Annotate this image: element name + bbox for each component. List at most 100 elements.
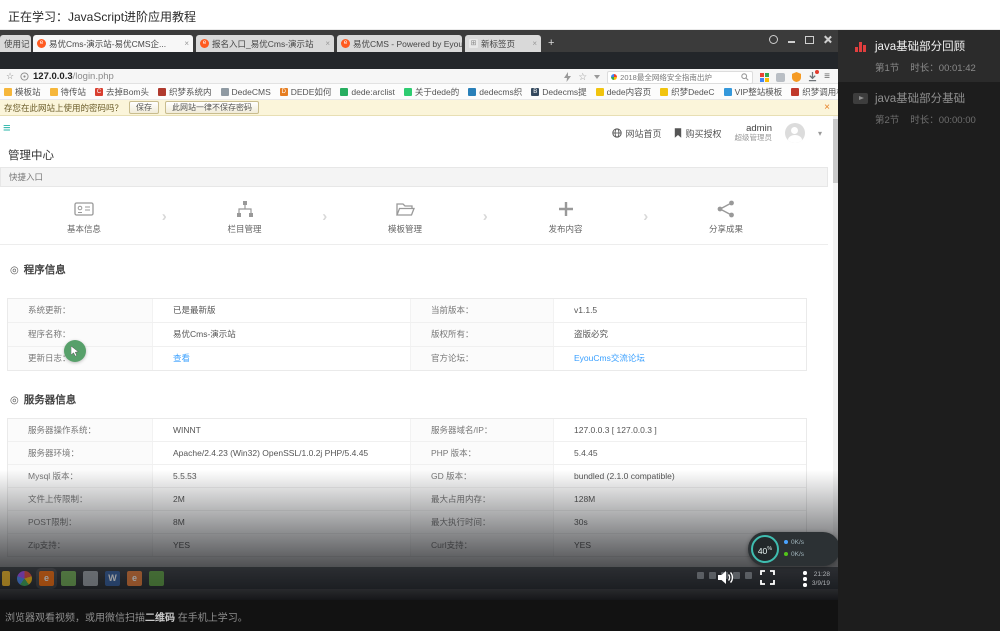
globe-icon [612, 128, 622, 138]
url-text[interactable]: 127.0.0.3/login.php [33, 71, 114, 82]
row-value: bundled (2.1.0 compatible) [554, 465, 806, 487]
favorite-star-icon[interactable]: ☆ [578, 72, 587, 83]
search-box[interactable]: 2018最全网络安全指南出炉 [607, 71, 753, 84]
row-label: 官方论坛： [411, 347, 554, 370]
quick-entry-bar: 快捷入口 [0, 167, 828, 187]
bookmark-item[interactable]: dede:arclist [340, 87, 394, 97]
chapter-duration: 时长：00:00:00 [910, 115, 975, 126]
tab-close-icon[interactable]: × [532, 39, 537, 48]
notification-close-icon[interactable]: × [824, 102, 834, 113]
bookmark-item[interactable]: 织梦系统内 [158, 86, 212, 98]
upload-speed: 0K/s [784, 537, 804, 549]
fullscreen-icon [760, 570, 775, 585]
plus-icon [556, 199, 576, 219]
folder-icon [50, 88, 58, 96]
site-info-icon[interactable] [20, 72, 29, 81]
folder-open-icon [395, 199, 415, 219]
chevron-right-icon: › [322, 208, 327, 225]
step-share-results[interactable]: 分享成果 [690, 199, 762, 235]
row-label: Zip支持： [8, 534, 153, 556]
taskbar-app-icon [61, 571, 76, 586]
tab-eyoucms-demo[interactable]: e 易优Cms-演示站-易优CMS企... × [33, 35, 193, 52]
volume-button[interactable] [718, 570, 735, 585]
search-icon[interactable] [741, 73, 749, 81]
table-row: 系统更新： 已是最新版 当前版本： v1.1.5 [8, 299, 806, 322]
speaker-icon [718, 570, 735, 585]
course-sidebar: java基础部分回顾 第1节时长：00:01:42 java基础部分基础 第2节… [838, 30, 1000, 631]
chapter-title: java基础部分回顾 [875, 38, 965, 54]
new-tab-button[interactable]: + [548, 37, 554, 49]
caption-text: 在手机上学习。 [175, 613, 248, 624]
table-row: 程序名称： 易优Cms-演示站 版权所有： 盗版必究 [8, 322, 806, 346]
view-changelog-link[interactable]: 查看 [153, 347, 411, 370]
video-player[interactable]: 使用记 × e 易优Cms-演示站-易优CMS企... × e 报名入口_易优C… [0, 30, 838, 600]
bookmark-item[interactable]: VIP整站模板 [724, 86, 783, 98]
user-info: admin 超级管理员 [734, 124, 772, 143]
site-home-link[interactable]: 网站首页 [612, 127, 661, 140]
tab-eyoucms[interactable]: e 易优CMS - Powered by Eyou... × [337, 35, 462, 52]
user-menu-caret-icon[interactable]: ▾ [818, 129, 822, 138]
download-badge [815, 70, 819, 74]
save-password-button[interactable]: 保存 [129, 101, 159, 114]
site-icon [791, 88, 799, 96]
tab-close-icon[interactable]: × [184, 39, 189, 48]
taskbar-app-icon [83, 571, 98, 586]
fullscreen-button[interactable] [760, 570, 775, 585]
bookmark-star-icon[interactable]: ☆ [6, 71, 14, 82]
apps-grid-icon[interactable] [760, 73, 769, 82]
row-label: POST限制： [8, 511, 153, 533]
quick-launch-icon[interactable] [564, 72, 571, 82]
bookmark-item[interactable]: 织梦DedeC [660, 86, 714, 98]
never-save-password-button[interactable]: 此网站一律不保存密码 [165, 101, 259, 114]
row-label: 当前版本： [411, 299, 554, 322]
bookmark-item[interactable]: 模板站 [4, 86, 41, 98]
now-learning-bar: 正在学习：JavaScript进阶应用教程 [0, 0, 1000, 30]
sitemap-icon [235, 199, 255, 219]
chapter-item-current[interactable]: java基础部分回顾 第1节时长：00:01:42 [838, 30, 1000, 82]
bookmark-item[interactable]: 织梦调用相 [791, 86, 838, 98]
step-basic-info[interactable]: 基本信息 [48, 199, 120, 235]
dropdown-caret-icon[interactable] [594, 75, 600, 79]
tab-signup[interactable]: e 报名入口_易优Cms-演示站 × [196, 35, 334, 52]
chapter-title: java基础部分基础 [875, 90, 965, 106]
user-role: 超级管理员 [734, 134, 772, 142]
official-forum-link[interactable]: EyouCms交流论坛 [554, 347, 806, 370]
qr-code-link[interactable]: 二维码 [145, 613, 175, 624]
tab-history[interactable]: 使用记 × [0, 35, 31, 52]
row-value: WINNT [153, 419, 411, 441]
bookmark-item[interactable]: BDedecms提 [531, 86, 586, 98]
site-icon [340, 88, 348, 96]
site-icon [468, 88, 476, 96]
search-hotword: 2018最全网络安全指南出炉 [620, 72, 712, 83]
row-value: 8M [153, 511, 411, 533]
table-row: POST限制： 8M 最大执行时间： 30s [8, 510, 806, 533]
sidebar-toggle-icon[interactable]: ≡ [3, 120, 11, 135]
browser-menu-icon[interactable]: ≡ [824, 72, 830, 82]
mouse-cursor-highlight [64, 340, 86, 362]
bookmark-item[interactable]: C去掉Bom头 [95, 86, 149, 98]
bookmark-item[interactable]: 关于dede的 [404, 86, 459, 98]
security-shield-icon[interactable] [792, 72, 801, 82]
tab-new-page[interactable]: ⊞ 新标签页 × [465, 35, 541, 52]
admin-header-actions: 网站首页 购买授权 admin 超级管理员 ▾ [612, 123, 822, 143]
step-template-manage[interactable]: 模板管理 [369, 199, 441, 235]
row-value: 127.0.0.3 [ 127.0.0.3 ] [554, 419, 806, 441]
caption-bar: 浏览器观看视频，或用微信扫描二维码 在手机上学习。 [0, 600, 838, 631]
bookmark-item[interactable]: dedecms织 [468, 86, 522, 98]
step-publish-content[interactable]: 发布内容 [530, 199, 602, 235]
more-options-button[interactable] [803, 571, 807, 589]
bookmark-item[interactable]: DedeCMS [221, 87, 271, 97]
buy-license-link[interactable]: 购买授权 [674, 127, 721, 140]
bookmark-item[interactable]: DDEDE如何 [280, 86, 332, 98]
avatar[interactable] [785, 123, 805, 143]
tab-label: 报名入口_易优Cms-演示站 [212, 38, 314, 50]
chapter-item[interactable]: java基础部分基础 第2节时长：00:00:00 [838, 82, 1000, 134]
site-icon [724, 88, 732, 96]
downloads-icon[interactable] [808, 72, 817, 82]
extension-icon[interactable] [776, 73, 785, 82]
bookmark-item[interactable]: dede内容页 [596, 86, 651, 98]
server-info-table: 服务器操作系统： WINNT 服务器域名/IP： 127.0.0.3 [ 127… [7, 418, 807, 557]
step-column-manage[interactable]: 栏目管理 [209, 199, 281, 235]
bookmark-item[interactable]: 待传站 [50, 86, 87, 98]
tab-close-icon[interactable]: × [325, 39, 330, 48]
